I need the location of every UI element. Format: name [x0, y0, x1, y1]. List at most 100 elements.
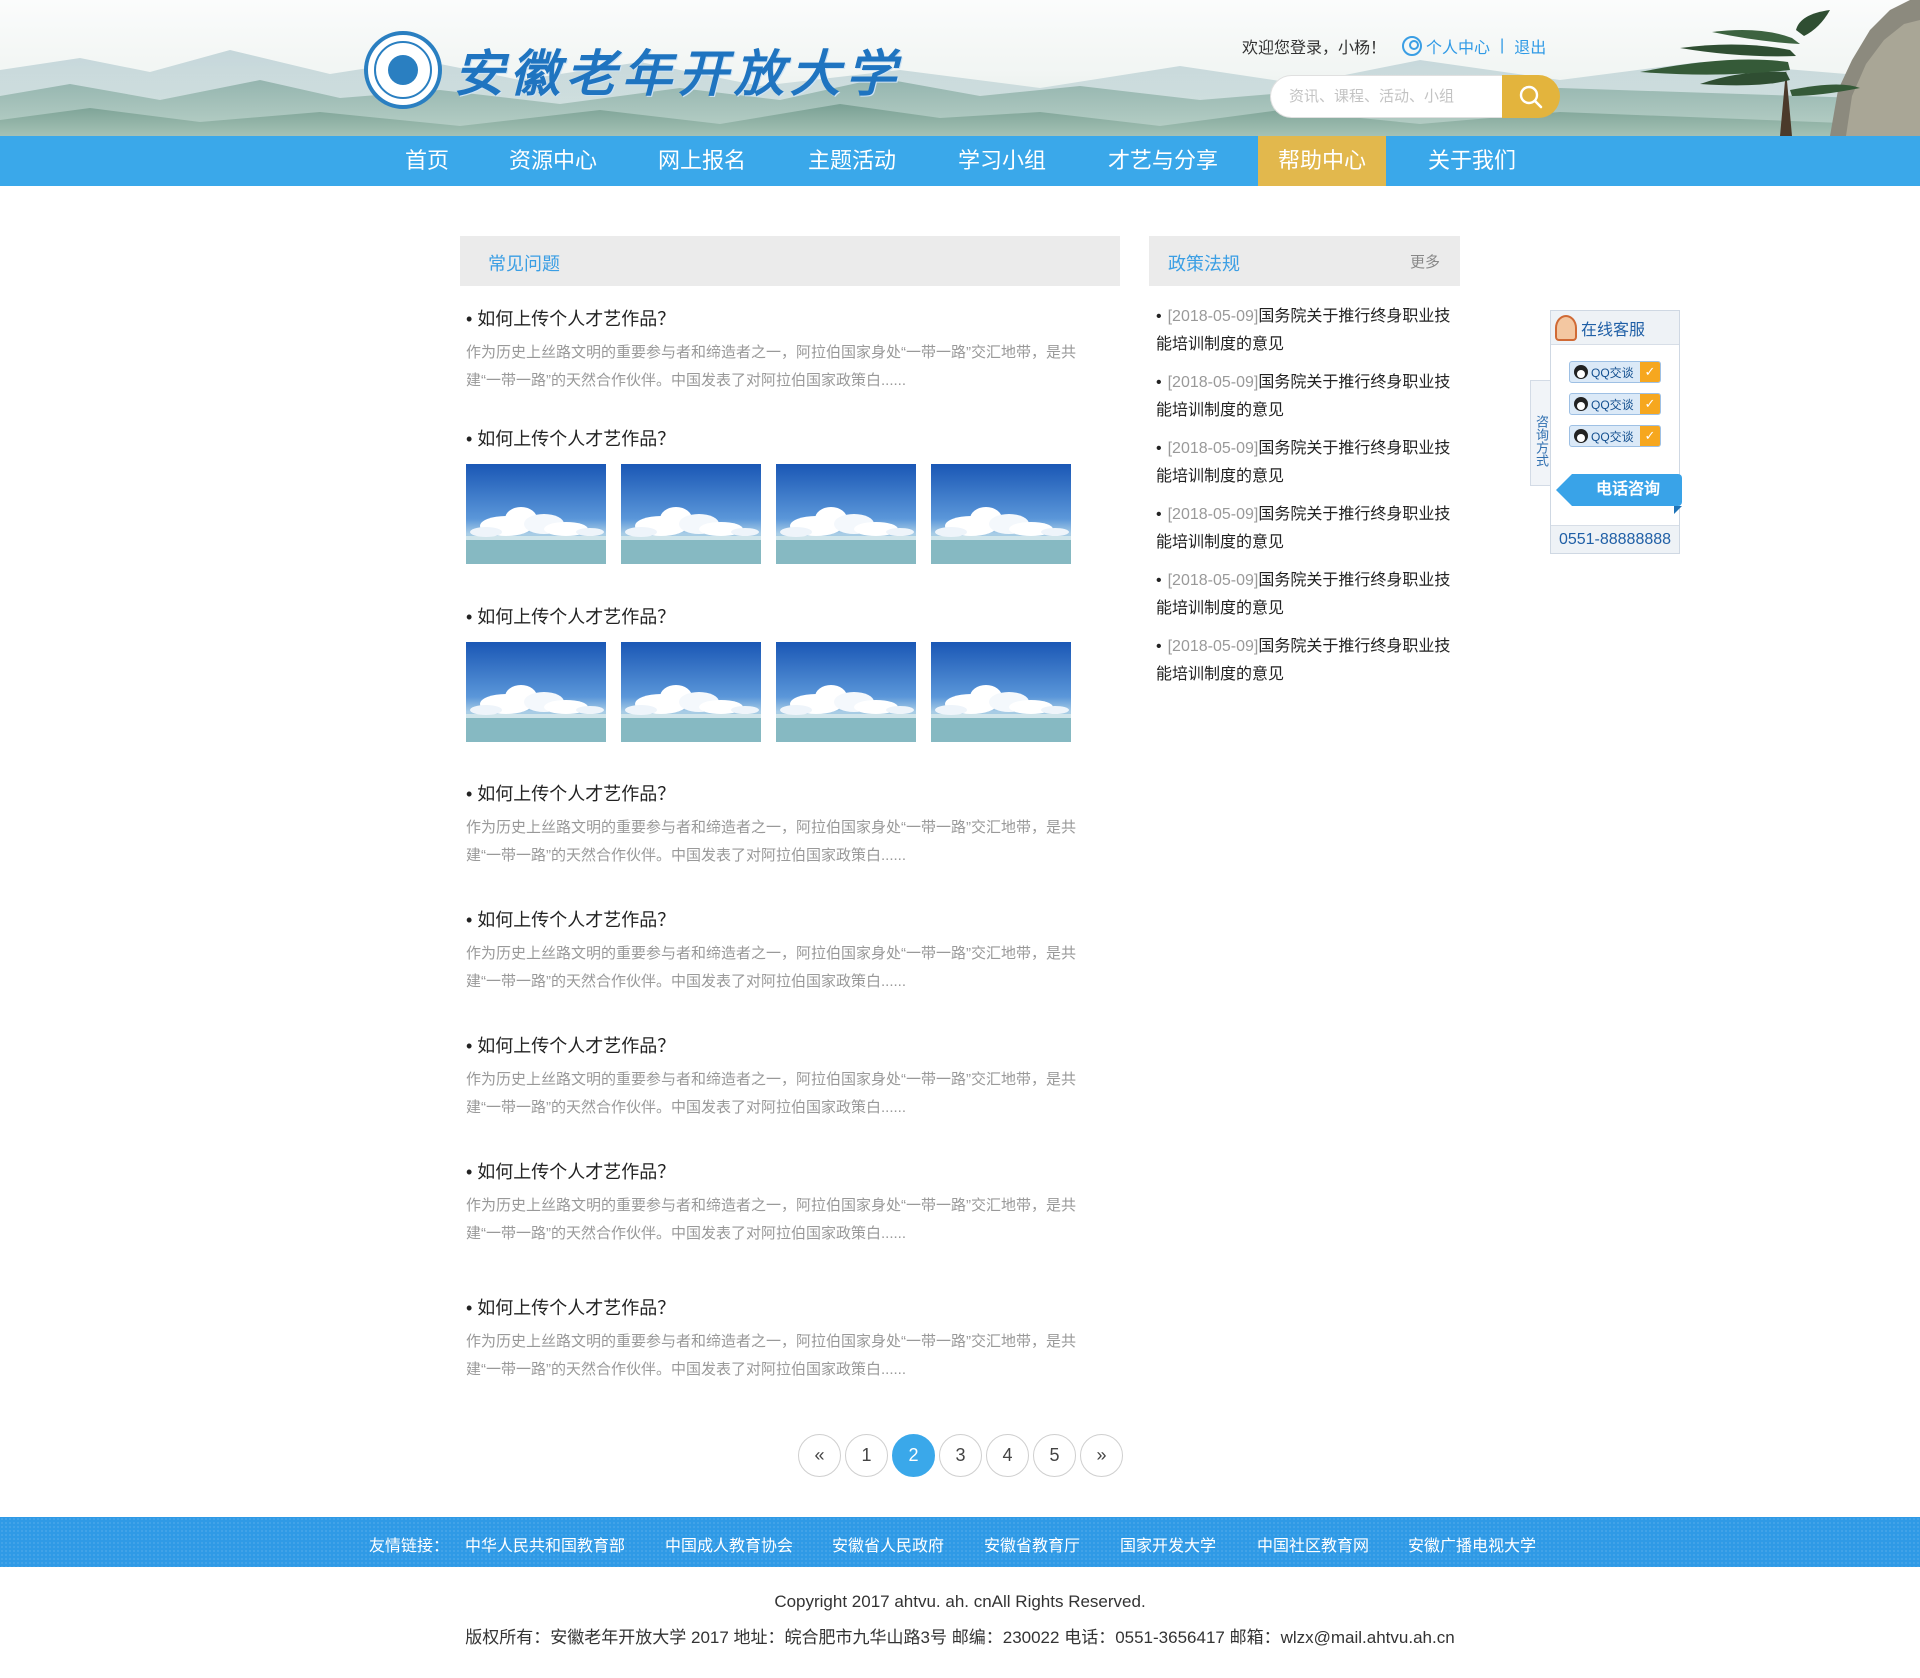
- policy-date: [2018-05-09]: [1167, 638, 1259, 655]
- faq-answer: 作为历史上丝路文明的重要参与者和缔造者之一，阿拉伯国家身处“一带一路”交汇地带，…: [466, 1333, 1076, 1378]
- page-3-button[interactable]: 3: [939, 1434, 982, 1477]
- copyright-text: Copyright 2017 ahtvu. ah. cnAll Rights R…: [774, 1592, 1146, 1611]
- personal-center-link[interactable]: 个人中心: [1426, 34, 1490, 58]
- policy-date: [2018-05-09]: [1167, 308, 1259, 325]
- policy-item[interactable]: • [2018-05-09]国务院关于推行终身职业技能培训制度的意见: [1156, 501, 1456, 557]
- check-icon: ✓: [1640, 426, 1660, 446]
- policy-item[interactable]: • [2018-05-09]国务院关于推行终身职业技能培训制度的意见: [1156, 567, 1456, 623]
- logout-link[interactable]: 退出: [1514, 34, 1546, 58]
- nav-item-resources[interactable]: 资源中心: [497, 136, 609, 186]
- nav-item-help-center[interactable]: 帮助中心: [1258, 136, 1386, 186]
- qq-chat-button[interactable]: QQ交谈 ✓: [1569, 393, 1661, 415]
- gallery-image[interactable]: [931, 464, 1071, 564]
- phone-consult-button[interactable]: 电话咨询: [1556, 474, 1682, 514]
- online-service-title: 在线客服: [1581, 321, 1646, 339]
- gallery-image[interactable]: [776, 642, 916, 742]
- policy-item[interactable]: • [2018-05-09]国务院关于推行终身职业技能培训制度的意见: [1156, 369, 1456, 425]
- search-button[interactable]: [1502, 75, 1560, 118]
- faq-answer: 作为历史上丝路文明的重要参与者和缔造者之一，阿拉伯国家身处“一带一路”交汇地带，…: [466, 1197, 1076, 1242]
- policy-item[interactable]: • [2018-05-09]国务院关于推行终身职业技能培训制度的意见: [1156, 633, 1456, 689]
- friend-link[interactable]: 国家开发大学: [1120, 1532, 1216, 1556]
- qq-penguin-icon: [1574, 429, 1588, 443]
- separator: |: [1500, 37, 1505, 54]
- faq-item: • 如何上传个人才艺作品？: [466, 604, 1116, 742]
- consult-tab[interactable]: 咨询方式: [1530, 380, 1550, 486]
- faq-item: • 如何上传个人才艺作品？ 作为历史上丝路文明的重要参与者和缔造者之一，阿拉伯国…: [466, 781, 1116, 870]
- faq-item: • 如何上传个人才艺作品？ 作为历史上丝路文明的重要参与者和缔造者之一，阿拉伯国…: [466, 1295, 1116, 1384]
- friend-link[interactable]: 中国成人教育协会: [665, 1532, 793, 1556]
- faq-answer: 作为历史上丝路文明的重要参与者和缔造者之一，阿拉伯国家身处“一带一路”交汇地带，…: [466, 819, 1076, 864]
- friend-link[interactable]: 中华人民共和国教育部: [465, 1532, 625, 1556]
- faq-question[interactable]: • 如何上传个人才艺作品？: [466, 1295, 1116, 1321]
- mountain-scenery: [0, 0, 1920, 136]
- image-gallery: [466, 642, 1116, 742]
- prev-page-button[interactable]: «: [798, 1434, 841, 1477]
- faq-question[interactable]: • 如何上传个人才艺作品？: [466, 604, 1116, 630]
- page-2-button[interactable]: 2: [892, 1434, 935, 1477]
- policy-date: [2018-05-09]: [1167, 374, 1259, 391]
- policy-item[interactable]: • [2018-05-09]国务院关于推行终身职业技能培训制度的意见: [1156, 303, 1456, 359]
- search-input[interactable]: [1270, 75, 1506, 118]
- online-service-header: 在线客服: [1551, 311, 1679, 345]
- faq-answer: 作为历史上丝路文明的重要参与者和缔造者之一，阿拉伯国家身处“一带一路”交汇地带，…: [466, 344, 1076, 389]
- site-logo[interactable]: 安徽老年开放大学: [364, 30, 902, 110]
- gallery-image[interactable]: [931, 642, 1071, 742]
- qq-chat-label: QQ交谈: [1591, 365, 1634, 380]
- faq-question[interactable]: • 如何上传个人才艺作品？: [466, 907, 1116, 933]
- gallery-image[interactable]: [621, 642, 761, 742]
- nav-item-home[interactable]: 首页: [392, 136, 462, 186]
- qq-penguin-icon: [1574, 365, 1588, 379]
- friend-links-label: 友情链接：: [369, 1538, 450, 1555]
- user-icon: [1402, 36, 1423, 56]
- search-icon: [1519, 85, 1543, 108]
- faq-question[interactable]: • 如何上传个人才艺作品？: [466, 426, 1116, 452]
- faq-header: 常见问题: [460, 236, 1120, 286]
- policy-date: [2018-05-09]: [1167, 506, 1259, 523]
- search-box: [1270, 75, 1560, 118]
- faq-answer: 作为历史上丝路文明的重要参与者和缔造者之一，阿拉伯国家身处“一带一路”交汇地带，…: [466, 1071, 1076, 1116]
- qq-penguin-icon: [1574, 397, 1588, 411]
- main-nav: 首页 资源中心 网上报名 主题活动 学习小组 才艺与分享 帮助中心 关于我们: [0, 136, 1920, 186]
- online-service-widget: 咨询方式 在线客服 QQ交谈 ✓ QQ交谈 ✓ QQ交谈 ✓ 0551-8888…: [1530, 310, 1690, 554]
- faq-panel: 常见问题: [460, 236, 1120, 286]
- faq-question[interactable]: • 如何上传个人才艺作品？: [466, 1033, 1116, 1059]
- online-service-box: 在线客服 QQ交谈 ✓ QQ交谈 ✓ QQ交谈 ✓ 0551-88888888: [1550, 310, 1680, 554]
- faq-question[interactable]: • 如何上传个人才艺作品？: [466, 1159, 1116, 1185]
- check-icon: ✓: [1640, 362, 1660, 382]
- page-4-button[interactable]: 4: [986, 1434, 1029, 1477]
- nav-item-talent-sharing[interactable]: 才艺与分享: [1096, 136, 1230, 186]
- gallery-image[interactable]: [776, 464, 916, 564]
- nav-item-registration[interactable]: 网上报名: [646, 136, 758, 186]
- friend-link[interactable]: 中国社区教育网: [1257, 1532, 1369, 1556]
- university-emblem-icon: [364, 31, 442, 109]
- site-info-text: 版权所有：安徽老年开放大学 2017 地址：皖合肥市九华山路3号 邮编：2300…: [465, 1628, 1455, 1647]
- faq-item: • 如何上传个人才艺作品？ 作为历史上丝路文明的重要参与者和缔造者之一，阿拉伯国…: [466, 1159, 1116, 1248]
- policy-date: [2018-05-09]: [1167, 440, 1259, 457]
- user-bar: 欢迎您登录，小杨！ 个人中心 | 退出: [1242, 34, 1546, 58]
- nav-item-about-us[interactable]: 关于我们: [1416, 136, 1528, 186]
- customer-service-agent-icon: [1555, 314, 1577, 341]
- policy-date: [2018-05-09]: [1167, 572, 1259, 589]
- friend-link[interactable]: 安徽省教育厅: [984, 1532, 1080, 1556]
- faq-question[interactable]: • 如何上传个人才艺作品？: [466, 781, 1116, 807]
- friend-link[interactable]: 安徽省人民政府: [832, 1532, 944, 1556]
- page-1-button[interactable]: 1: [845, 1434, 888, 1477]
- qq-chat-label: QQ交谈: [1591, 429, 1634, 444]
- policy-item[interactable]: • [2018-05-09]国务院关于推行终身职业技能培训制度的意见: [1156, 435, 1456, 491]
- page-5-button[interactable]: 5: [1033, 1434, 1076, 1477]
- gallery-image[interactable]: [621, 464, 761, 564]
- policy-more-link[interactable]: 更多: [1410, 251, 1440, 272]
- qq-chat-label: QQ交谈: [1591, 397, 1634, 412]
- qq-chat-button[interactable]: QQ交谈 ✓: [1569, 425, 1661, 447]
- faq-item: • 如何上传个人才艺作品？ 作为历史上丝路文明的重要参与者和缔造者之一，阿拉伯国…: [466, 1033, 1116, 1122]
- site-title: 安徽老年开放大学: [454, 44, 902, 103]
- friend-links-bar: 友情链接： 中华人民共和国教育部 中国成人教育协会 安徽省人民政府 安徽省教育厅…: [0, 1517, 1920, 1567]
- gallery-image[interactable]: [466, 464, 606, 564]
- qq-chat-button[interactable]: QQ交谈 ✓: [1569, 361, 1661, 383]
- friend-link[interactable]: 安徽广播电视大学: [1408, 1532, 1536, 1556]
- faq-question[interactable]: • 如何上传个人才艺作品？: [466, 306, 1116, 332]
- next-page-button[interactable]: »: [1080, 1434, 1123, 1477]
- nav-item-study-groups[interactable]: 学习小组: [946, 136, 1058, 186]
- gallery-image[interactable]: [466, 642, 606, 742]
- nav-item-activities[interactable]: 主题活动: [796, 136, 908, 186]
